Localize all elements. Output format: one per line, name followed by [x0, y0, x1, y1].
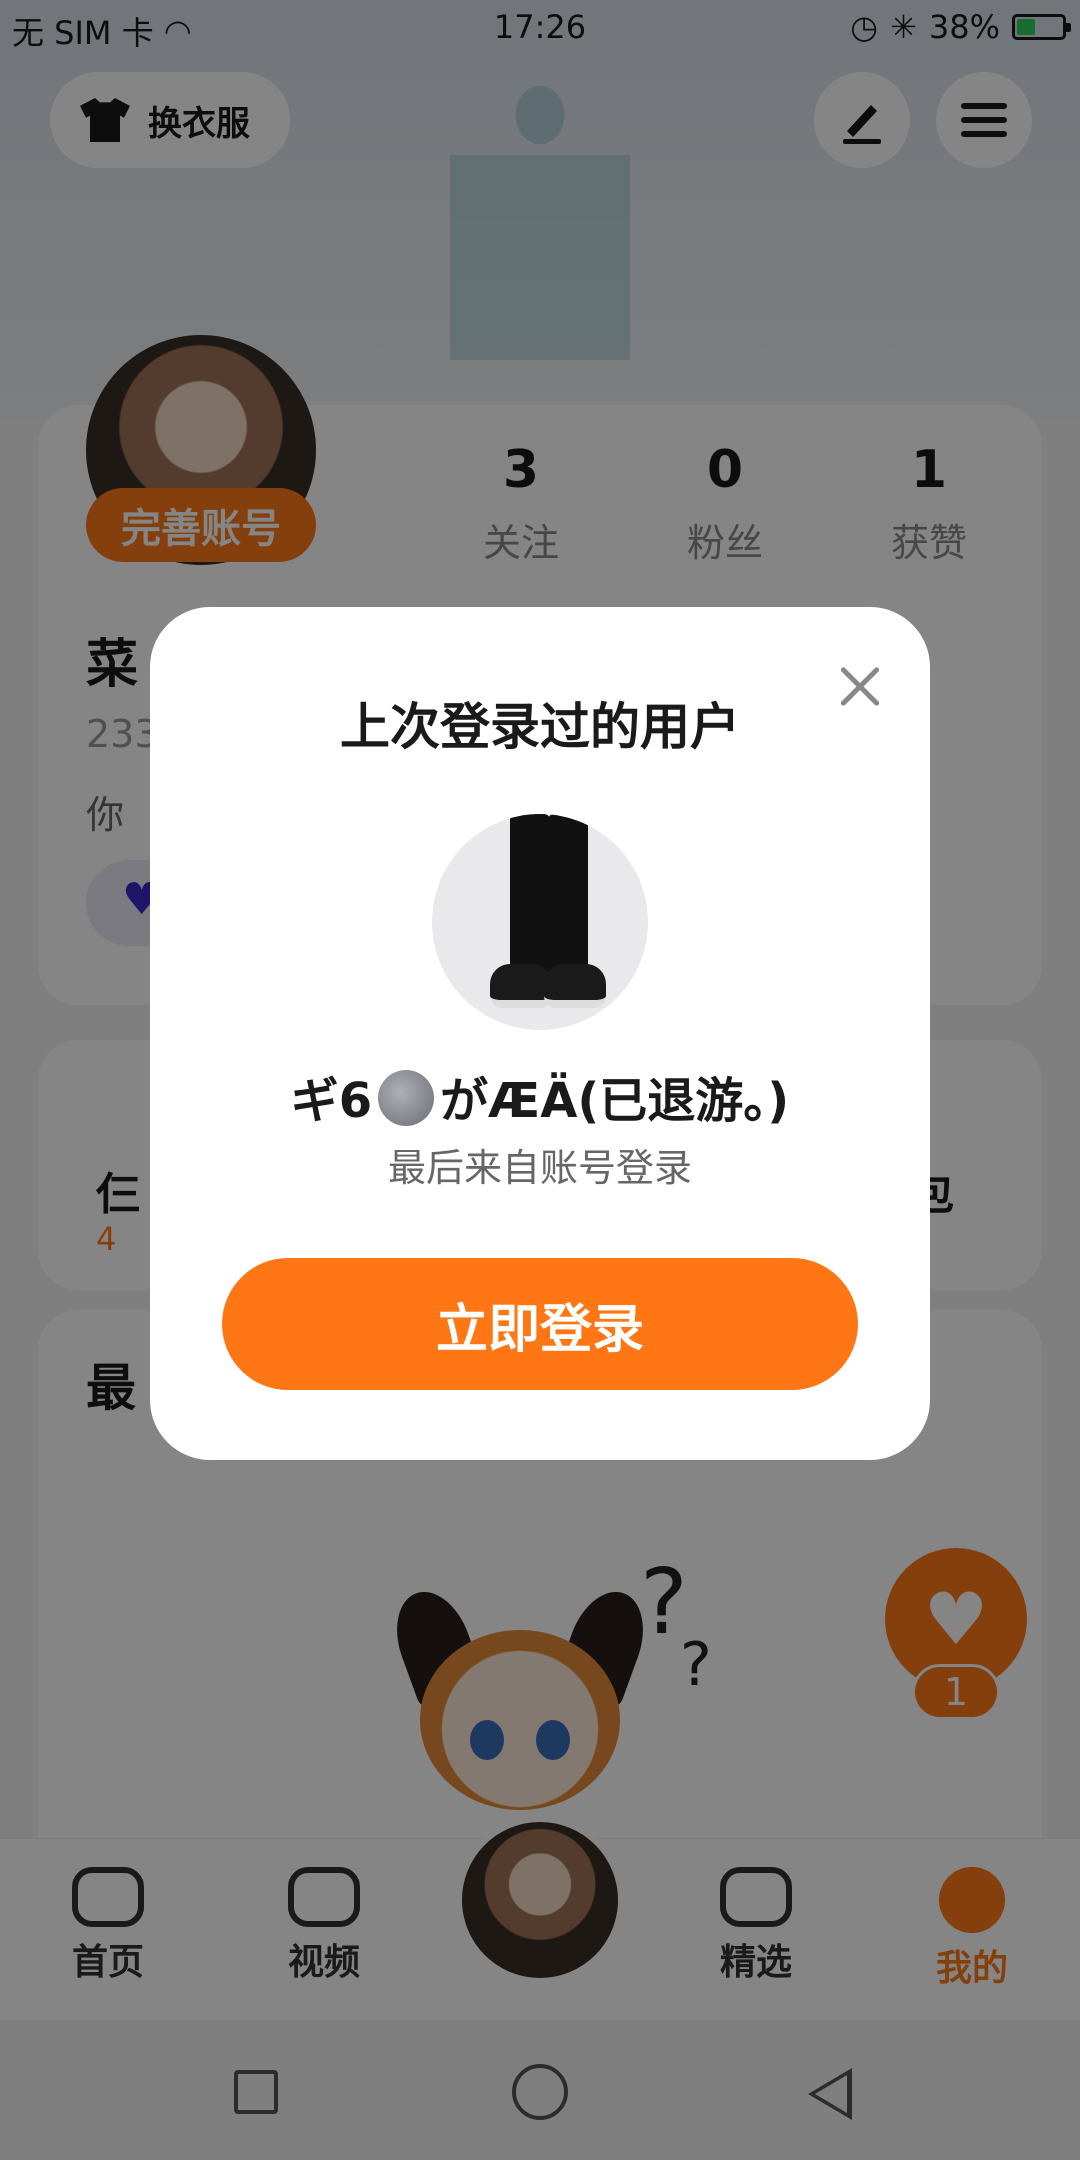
last-login-dialog: 上次登录过的用户 ギ6 がÆÄ(已退游。) 最后来自账号登录 立即登录: [150, 607, 930, 1460]
dialog-title: 上次登录过的用户: [340, 698, 740, 756]
last-user-avatar: [432, 814, 648, 1030]
moon-emoji-icon: [378, 1070, 435, 1126]
login-now-button[interactable]: 立即登录: [222, 1258, 858, 1390]
close-icon[interactable]: [830, 657, 890, 717]
username-prefix: ギ6: [290, 1073, 373, 1129]
username-suffix: がÆÄ(已退游。): [440, 1073, 790, 1129]
last-user-name: ギ6 がÆÄ(已退游。): [150, 1061, 930, 1132]
dialog-subtitle: 最后来自账号登录: [387, 1146, 692, 1190]
